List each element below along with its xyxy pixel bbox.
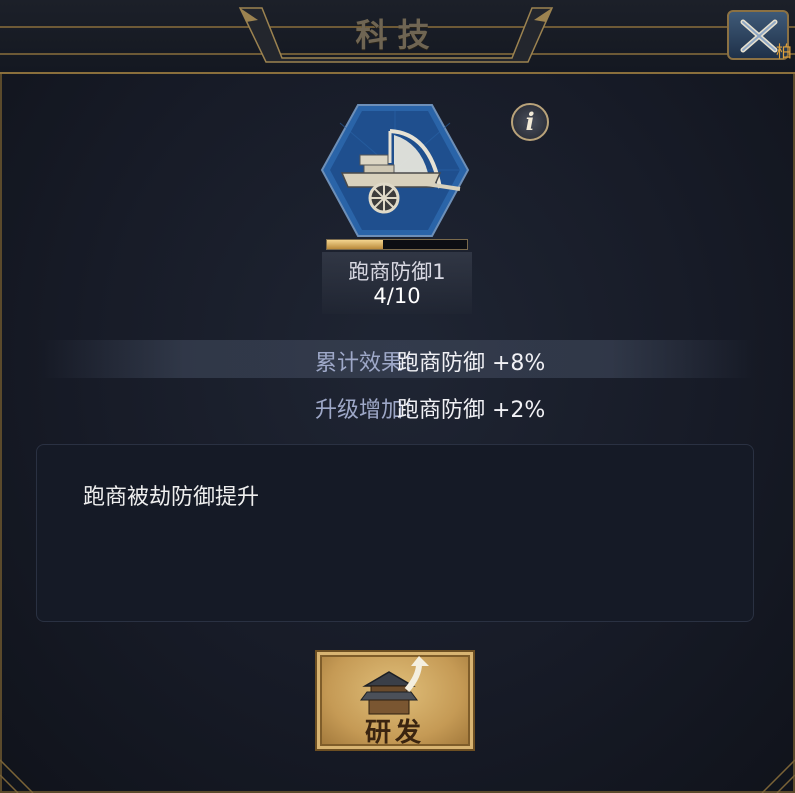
window-title: 科技 (355, 16, 440, 54)
stat-value: 跑商防御 +2% (397, 398, 546, 423)
stat-row-cumulative: 累计效果： 跑商防御 +8% (40, 340, 755, 378)
tech-name-plate: 跑商防御1 4/10 (322, 252, 472, 314)
research-button-label: 研发 (364, 718, 425, 748)
research-button[interactable]: 研发 (315, 650, 475, 751)
title-bar: 科技 (0, 0, 795, 74)
tech-progress-bar (326, 239, 468, 250)
tech-progress-fill (327, 240, 383, 249)
info-button[interactable]: i (511, 103, 549, 141)
tech-level: 4/10 (373, 284, 421, 308)
stat-row-upgrade: 升级增加： 跑商防御 +2% (40, 387, 755, 425)
description-panel: 跑商被劫防御提升 (36, 444, 754, 622)
tech-name: 跑商防御1 (348, 260, 446, 284)
stat-value: 跑商防御 +8% (397, 351, 546, 376)
trade-cart-icon (320, 104, 470, 237)
close-side-label: 柏 (776, 42, 793, 61)
close-icon (740, 19, 778, 53)
building-upgrade-icon (360, 656, 429, 715)
description-text: 跑商被劫防御提升 (83, 485, 260, 510)
